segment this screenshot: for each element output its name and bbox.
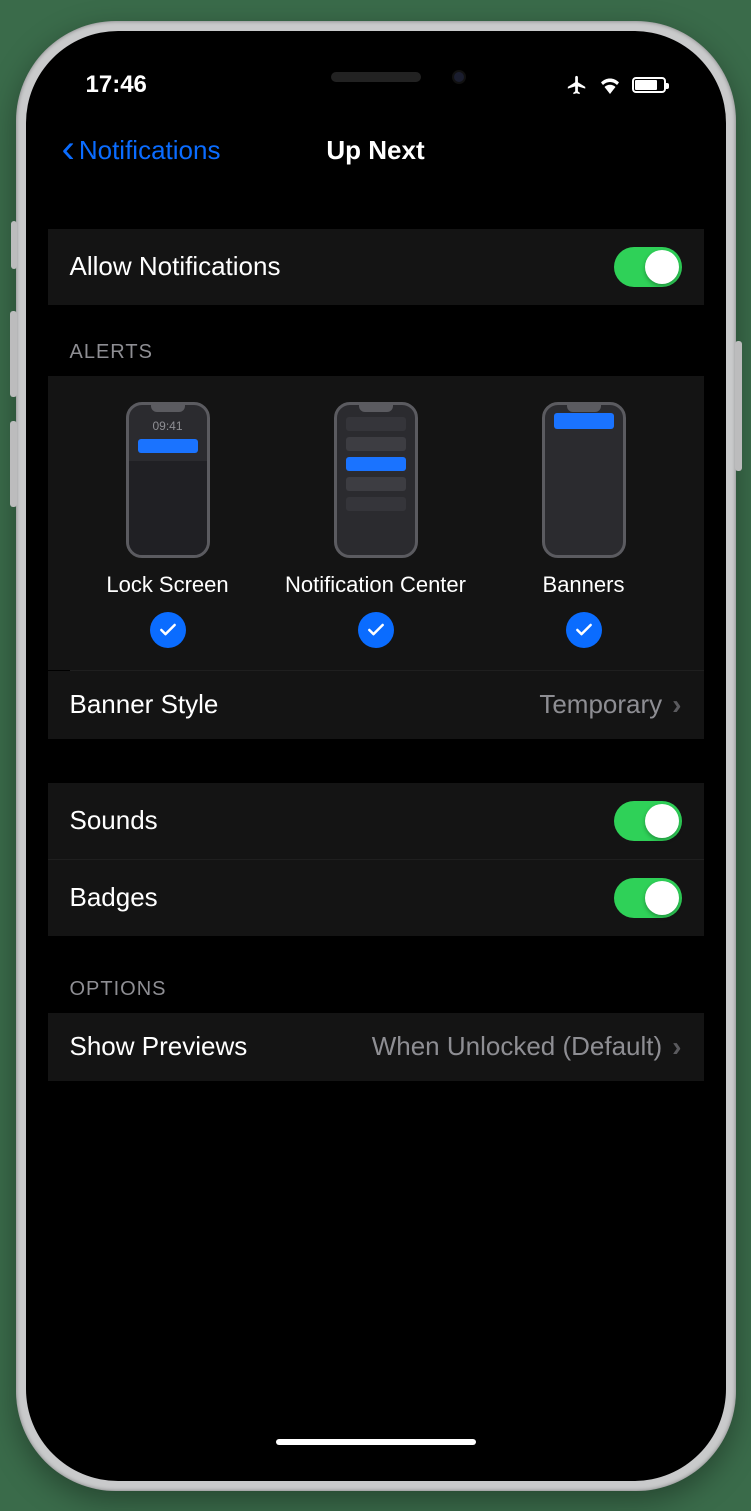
badges-toggle[interactable] — [614, 878, 682, 918]
banner-style-row[interactable]: Banner Style Temporary › — [48, 671, 704, 739]
show-previews-value: When Unlocked (Default) — [372, 1031, 662, 1062]
front-camera — [452, 70, 466, 84]
alert-banners-label: Banners — [543, 572, 625, 598]
device-frame: 17:46 ‹ Notificat — [16, 21, 736, 1491]
battery-icon — [632, 77, 666, 93]
show-previews-row[interactable]: Show Previews When Unlocked (Default) › — [48, 1013, 704, 1081]
show-previews-label: Show Previews — [70, 1031, 248, 1062]
spacer — [48, 185, 704, 229]
allow-notifications-label: Allow Notifications — [70, 251, 281, 282]
alerts-header: ALERTS — [48, 305, 704, 376]
power-button — [735, 341, 742, 471]
nav-bar: ‹ Notifications Up Next — [48, 117, 704, 185]
badges-row: Badges — [48, 859, 704, 936]
options-header: OPTIONS — [48, 936, 704, 1013]
content: ‹ Notifications Up Next Allow Notificati… — [48, 117, 704, 1459]
mute-switch — [11, 221, 17, 269]
lock-screen-icon: 09:41 — [126, 402, 210, 558]
alert-lock-screen-check — [150, 612, 186, 648]
banner-style-label: Banner Style — [70, 689, 219, 720]
back-button[interactable]: ‹ Notifications — [62, 131, 221, 171]
screen: 17:46 ‹ Notificat — [48, 53, 704, 1459]
allow-notifications-group: Allow Notifications — [48, 229, 704, 305]
alert-lock-screen[interactable]: 09:41 Lock Screen — [64, 402, 272, 648]
spacer — [48, 739, 704, 783]
alert-banners-check — [566, 612, 602, 648]
home-indicator[interactable] — [276, 1439, 476, 1445]
sounds-toggle[interactable] — [614, 801, 682, 841]
mini-lock-time: 09:41 — [152, 419, 182, 433]
volume-up-button — [10, 311, 17, 397]
wifi-icon — [598, 76, 622, 94]
alert-banners[interactable]: Banners — [480, 402, 688, 648]
alert-notification-center-label: Notification Center — [285, 572, 466, 598]
notch — [216, 53, 536, 101]
speaker-grill — [331, 72, 421, 82]
alert-notification-center-check — [358, 612, 394, 648]
sounds-row: Sounds — [48, 783, 704, 859]
sounds-label: Sounds — [70, 805, 158, 836]
volume-down-button — [10, 421, 17, 507]
alerts-panel: 09:41 Lock Screen — [48, 376, 704, 670]
allow-notifications-row: Allow Notifications — [48, 229, 704, 305]
page-title: Up Next — [326, 135, 424, 166]
chevron-right-icon: › — [672, 689, 681, 721]
allow-notifications-toggle[interactable] — [614, 247, 682, 287]
notification-center-icon — [334, 402, 418, 558]
sounds-badges-group: Sounds Badges — [48, 783, 704, 936]
chevron-left-icon: ‹ — [62, 129, 75, 169]
status-time: 17:46 — [86, 71, 147, 99]
device-bezel: 17:46 ‹ Notificat — [26, 31, 726, 1481]
chevron-right-icon: › — [672, 1031, 681, 1063]
banners-icon — [542, 402, 626, 558]
alert-lock-screen-label: Lock Screen — [106, 572, 228, 598]
back-label: Notifications — [79, 135, 221, 166]
airplane-mode-icon — [566, 74, 588, 96]
alert-notification-center[interactable]: Notification Center — [272, 402, 480, 648]
badges-label: Badges — [70, 882, 158, 913]
banner-style-value: Temporary — [539, 689, 662, 720]
